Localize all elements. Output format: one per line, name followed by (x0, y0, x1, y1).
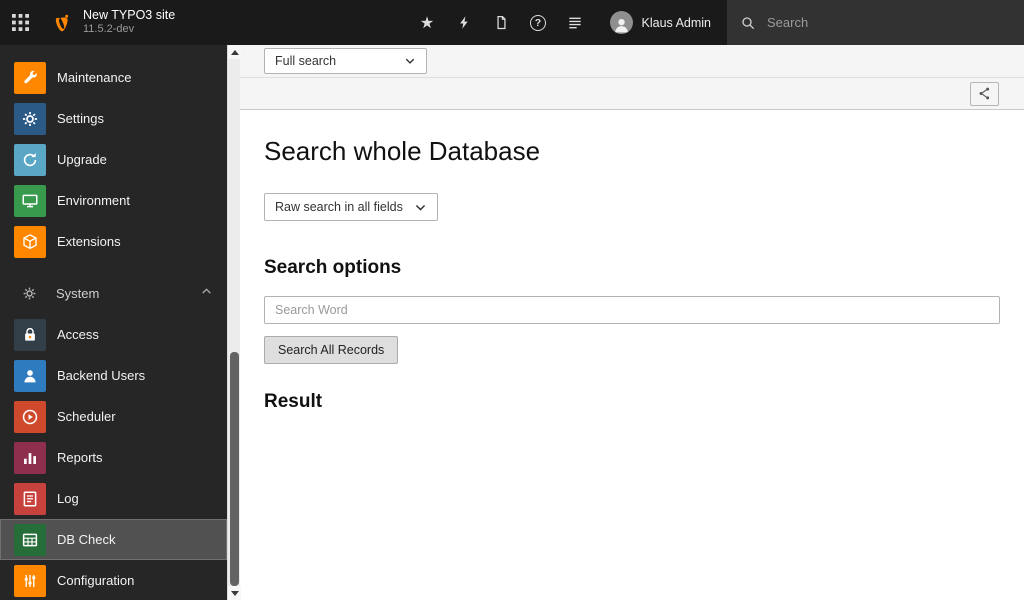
sidebar-item-label: Access (57, 327, 99, 342)
search-icon (742, 16, 755, 29)
sidebar-item-label: Maintenance (57, 70, 132, 85)
sidebar-item-reports[interactable]: Reports (0, 437, 227, 478)
help-button[interactable]: ? (520, 0, 557, 45)
gear-icon (14, 102, 46, 135)
apps-grid-icon (11, 14, 29, 31)
sidebar-item-label: Log (57, 491, 79, 506)
sidebar-item-label: Scheduler (57, 409, 116, 424)
docheader-function-row: Full search (240, 45, 1024, 78)
chevron-up-icon (200, 285, 213, 303)
user-menu[interactable]: Klaus Admin (594, 0, 727, 45)
sidebar-item-log[interactable]: Log (0, 478, 227, 519)
sidebar-item-label: Extensions (57, 234, 121, 249)
cube-icon (14, 225, 46, 258)
chevron-down-icon (405, 58, 415, 64)
sidebar-item-upgrade[interactable]: Upgrade (0, 139, 227, 180)
monitor-icon (14, 184, 46, 217)
log-icon (14, 482, 46, 515)
help-icon: ? (530, 14, 547, 31)
topbar: New TYPO3 site 11.5.2-dev ★ ? Klaus Admi… (0, 0, 1024, 45)
sidebar-section-label: System (56, 286, 100, 301)
sidebar-item-label: Environment (57, 193, 130, 208)
content-area: Full search Search whole Database Raw se… (240, 45, 1024, 600)
systeminfo-button[interactable] (557, 0, 594, 45)
search-mode-select[interactable]: Raw search in all fields (264, 193, 438, 221)
scrollbar-thumb[interactable] (230, 352, 239, 586)
sidebar-item-label: Upgrade (57, 152, 107, 167)
search-word-input[interactable] (264, 296, 1000, 324)
wrench-icon (14, 61, 46, 94)
topbar-toolbar: ★ ? (409, 0, 594, 45)
app-grid-button[interactable] (0, 0, 40, 45)
site-title: New TYPO3 site (83, 7, 176, 22)
docheader: Full search (240, 45, 1024, 110)
search-all-records-button[interactable]: Search All Records (264, 336, 399, 364)
sidebar-item-configuration[interactable]: Configuration (0, 560, 227, 600)
typo3-logo-icon (50, 11, 74, 35)
sidebar-item-label: Configuration (57, 573, 135, 588)
module-menu: Maintenance Settings Upgrade Environment… (0, 45, 227, 600)
share-button[interactable] (970, 81, 999, 106)
page-title: Search whole Database (264, 136, 541, 166)
scroll-up-button[interactable] (228, 45, 241, 59)
sidebar-item-label: Reports (57, 450, 103, 465)
result-heading: Result (264, 391, 323, 412)
sidebar-section-system[interactable]: System (0, 273, 227, 314)
brand[interactable]: New TYPO3 site 11.5.2-dev (40, 0, 185, 45)
sidebar-item-access[interactable]: Access (0, 314, 227, 355)
function-select-value: Full search (275, 54, 337, 68)
user-icon (14, 359, 46, 392)
open-document-button[interactable] (483, 0, 520, 45)
table-icon (14, 523, 46, 556)
sidebar-item-label: Settings (57, 111, 104, 126)
document-icon (496, 15, 506, 30)
share-icon (979, 87, 990, 100)
bolt-icon (459, 16, 468, 29)
play-circle-icon (14, 400, 46, 433)
function-select[interactable]: Full search (264, 48, 427, 74)
topbar-search (727, 0, 1024, 45)
topbar-search-input[interactable] (765, 14, 985, 31)
user-avatar-icon (614, 18, 628, 33)
triangle-up-icon (230, 49, 239, 55)
sidebar-item-settings[interactable]: Settings (0, 98, 227, 139)
sidebar-item-label: Backend Users (57, 368, 146, 383)
site-version: 11.5.2-dev (83, 23, 135, 36)
avatar (609, 11, 633, 34)
sidebar-item-environment[interactable]: Environment (0, 180, 227, 221)
module-body: Search whole Database Raw search in all … (240, 136, 1024, 413)
sidebar-item-label: DB Check (57, 532, 116, 547)
list-icon (569, 17, 581, 28)
lock-icon (14, 318, 46, 351)
sidebar-scrollbar[interactable] (227, 45, 241, 600)
chart-icon (14, 441, 46, 474)
search-options-heading: Search options (264, 257, 402, 278)
sidebar-item-backend-users[interactable]: Backend Users (0, 355, 227, 396)
clear-cache-button[interactable] (446, 0, 483, 45)
triangle-down-icon (230, 590, 239, 596)
star-icon: ★ (419, 14, 435, 32)
sidebar-item-extensions[interactable]: Extensions (0, 221, 227, 262)
bookmarks-button[interactable]: ★ (409, 0, 446, 45)
sidebar-item-db-check[interactable]: DB Check (0, 519, 227, 560)
docheader-button-row (240, 78, 1024, 109)
gear-icon (13, 286, 45, 301)
sidebar-item-maintenance[interactable]: Maintenance (0, 57, 227, 98)
scroll-down-button[interactable] (228, 586, 241, 600)
chevron-down-icon (415, 204, 426, 211)
search-mode-value: Raw search in all fields (275, 200, 403, 214)
refresh-icon (14, 143, 46, 176)
sidebar-item-scheduler[interactable]: Scheduler (0, 396, 227, 437)
user-name: Klaus Admin (641, 15, 711, 30)
sliders-icon (14, 564, 46, 597)
